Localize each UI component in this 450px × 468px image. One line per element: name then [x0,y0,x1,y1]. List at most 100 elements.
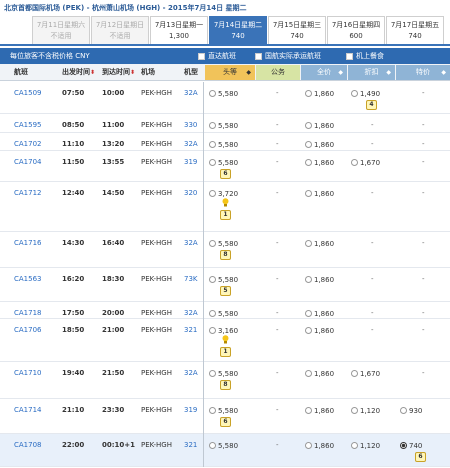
cabin-special-header[interactable]: 特价 ◆ [396,65,450,80]
fare-radio[interactable] [209,90,216,97]
fare-option[interactable]: 1,860 [305,121,334,130]
fare-option[interactable]: 1,860 [305,275,334,284]
aircraft-type-link[interactable]: 32A [184,309,198,318]
date-tab[interactable]: 7月16日星期四 600 [327,16,385,44]
fare-radio[interactable] [209,327,216,334]
fare-radio[interactable] [305,190,312,197]
direct-flight-filter[interactable]: 直达航班 [198,52,236,60]
fare-radio[interactable] [305,122,312,129]
codeshare-filter[interactable]: 国航实际承运航班 [255,52,321,60]
fare-radio[interactable] [305,407,312,414]
flight-number-link[interactable]: CA1595 [14,121,42,130]
fare-option[interactable]: 1,670 [351,369,380,378]
fare-radio[interactable] [400,407,407,414]
flight-number-link[interactable]: CA1704 [14,158,42,167]
fare-option[interactable]: 3,160 [209,326,238,335]
fare-radio[interactable] [351,407,358,414]
fare-option[interactable]: 1,860 [305,140,334,149]
fare-radio[interactable] [305,90,312,97]
fare-option[interactable]: 5,580 [209,158,238,167]
fare-option[interactable]: 5,580 [209,89,238,98]
aircraft-type-link[interactable]: 320 [184,189,197,198]
fare-radio[interactable] [209,159,216,166]
fare-option[interactable]: 1,860 [305,239,334,248]
fare-option[interactable]: 5,580 [209,275,238,284]
fare-radio[interactable] [209,141,216,148]
date-tab[interactable]: 7月14日星期二 740 [209,16,267,44]
fare-radio[interactable] [305,442,312,449]
fare-option[interactable]: 1,860 [305,89,334,98]
fare-radio[interactable] [305,327,312,334]
fare-radio[interactable] [305,370,312,377]
aircraft-type-link[interactable]: 319 [184,158,197,167]
aircraft-type-link[interactable]: 32A [184,369,198,378]
fare-option[interactable]: 1,120 [351,441,380,450]
fare-radio[interactable] [209,190,216,197]
cabin-full-header[interactable]: 全价 ◆ [301,65,347,80]
fare-radio[interactable] [351,159,358,166]
fare-radio[interactable] [305,276,312,283]
fare-radio[interactable] [305,310,312,317]
fare-radio[interactable] [209,370,216,377]
flight-number-link[interactable]: CA1710 [14,369,42,378]
cabin-discount-header[interactable]: 折扣 ◆ [348,65,395,80]
aircraft-type-link[interactable]: 319 [184,406,197,415]
fare-option[interactable]: 1,120 [351,406,380,415]
fare-option[interactable]: 1,860 [305,326,334,335]
aircraft-type-link[interactable]: 73K [184,275,198,284]
fare-radio[interactable] [351,370,358,377]
cabin-first-header[interactable]: 头等 ◆ [205,65,255,80]
codeshare-checkbox[interactable] [255,52,262,60]
header-arrival[interactable]: 到达时间⬍ [102,64,135,81]
flight-number-link[interactable]: CA1509 [14,89,42,98]
fare-radio[interactable] [305,240,312,247]
fare-option[interactable]: 930 [400,406,422,415]
fare-radio[interactable] [209,122,216,129]
flight-number-link[interactable]: CA1716 [14,239,42,248]
date-tab[interactable]: 7月15日星期三 740 [268,16,326,44]
fare-option[interactable]: 5,580 [209,140,238,149]
fare-option[interactable]: 1,860 [305,158,334,167]
fare-option[interactable]: 1,860 [305,369,334,378]
fare-option[interactable]: 5,580 [209,309,238,318]
flight-number-link[interactable]: CA1563 [14,275,42,284]
flight-number-link[interactable]: CA1718 [14,309,42,318]
aircraft-type-link[interactable]: 32A [184,239,198,248]
date-tab[interactable]: 7月13日星期一 1,300 [150,16,208,44]
date-tab[interactable]: 7月17日星期五 740 [386,16,444,44]
fare-radio[interactable] [209,276,216,283]
flight-number-link[interactable]: CA1706 [14,326,42,335]
fare-option[interactable]: 5,580 [209,369,238,378]
aircraft-type-link[interactable]: 321 [184,441,197,450]
fare-radio[interactable] [305,141,312,148]
header-departure[interactable]: 出发时间⬍ [62,64,95,81]
fare-option[interactable]: 1,670 [351,158,380,167]
direct-flight-checkbox[interactable] [198,52,205,60]
aircraft-type-link[interactable]: 321 [184,326,197,335]
aircraft-type-link[interactable]: 32A [184,140,198,149]
flight-number-link[interactable]: CA1712 [14,189,42,198]
aircraft-type-link[interactable]: 330 [184,121,197,130]
fare-option[interactable]: 1,860 [305,441,334,450]
fare-option[interactable]: 3,720 [209,189,238,198]
meal-filter[interactable]: 机上餐食 [346,52,384,60]
flight-number-link[interactable]: CA1708 [14,441,42,450]
fare-option[interactable]: 5,580 [209,121,238,130]
flight-number-link[interactable]: CA1702 [14,140,42,149]
fare-radio[interactable] [305,159,312,166]
flight-number-link[interactable]: CA1714 [14,406,42,415]
fare-radio[interactable] [351,90,358,97]
fare-option[interactable]: 740 [400,441,422,450]
fare-option[interactable]: 5,580 [209,406,238,415]
fare-radio[interactable] [209,310,216,317]
fare-option[interactable]: 5,580 [209,239,238,248]
fare-option[interactable]: 1,860 [305,189,334,198]
fare-option[interactable]: 5,580 [209,441,238,450]
aircraft-type-link[interactable]: 32A [184,89,198,98]
fare-option[interactable]: 1,490 [351,89,380,98]
fare-radio[interactable] [209,407,216,414]
fare-radio[interactable] [209,442,216,449]
fare-radio[interactable] [351,442,358,449]
meal-checkbox[interactable] [346,52,353,60]
fare-option[interactable]: 1,860 [305,406,334,415]
